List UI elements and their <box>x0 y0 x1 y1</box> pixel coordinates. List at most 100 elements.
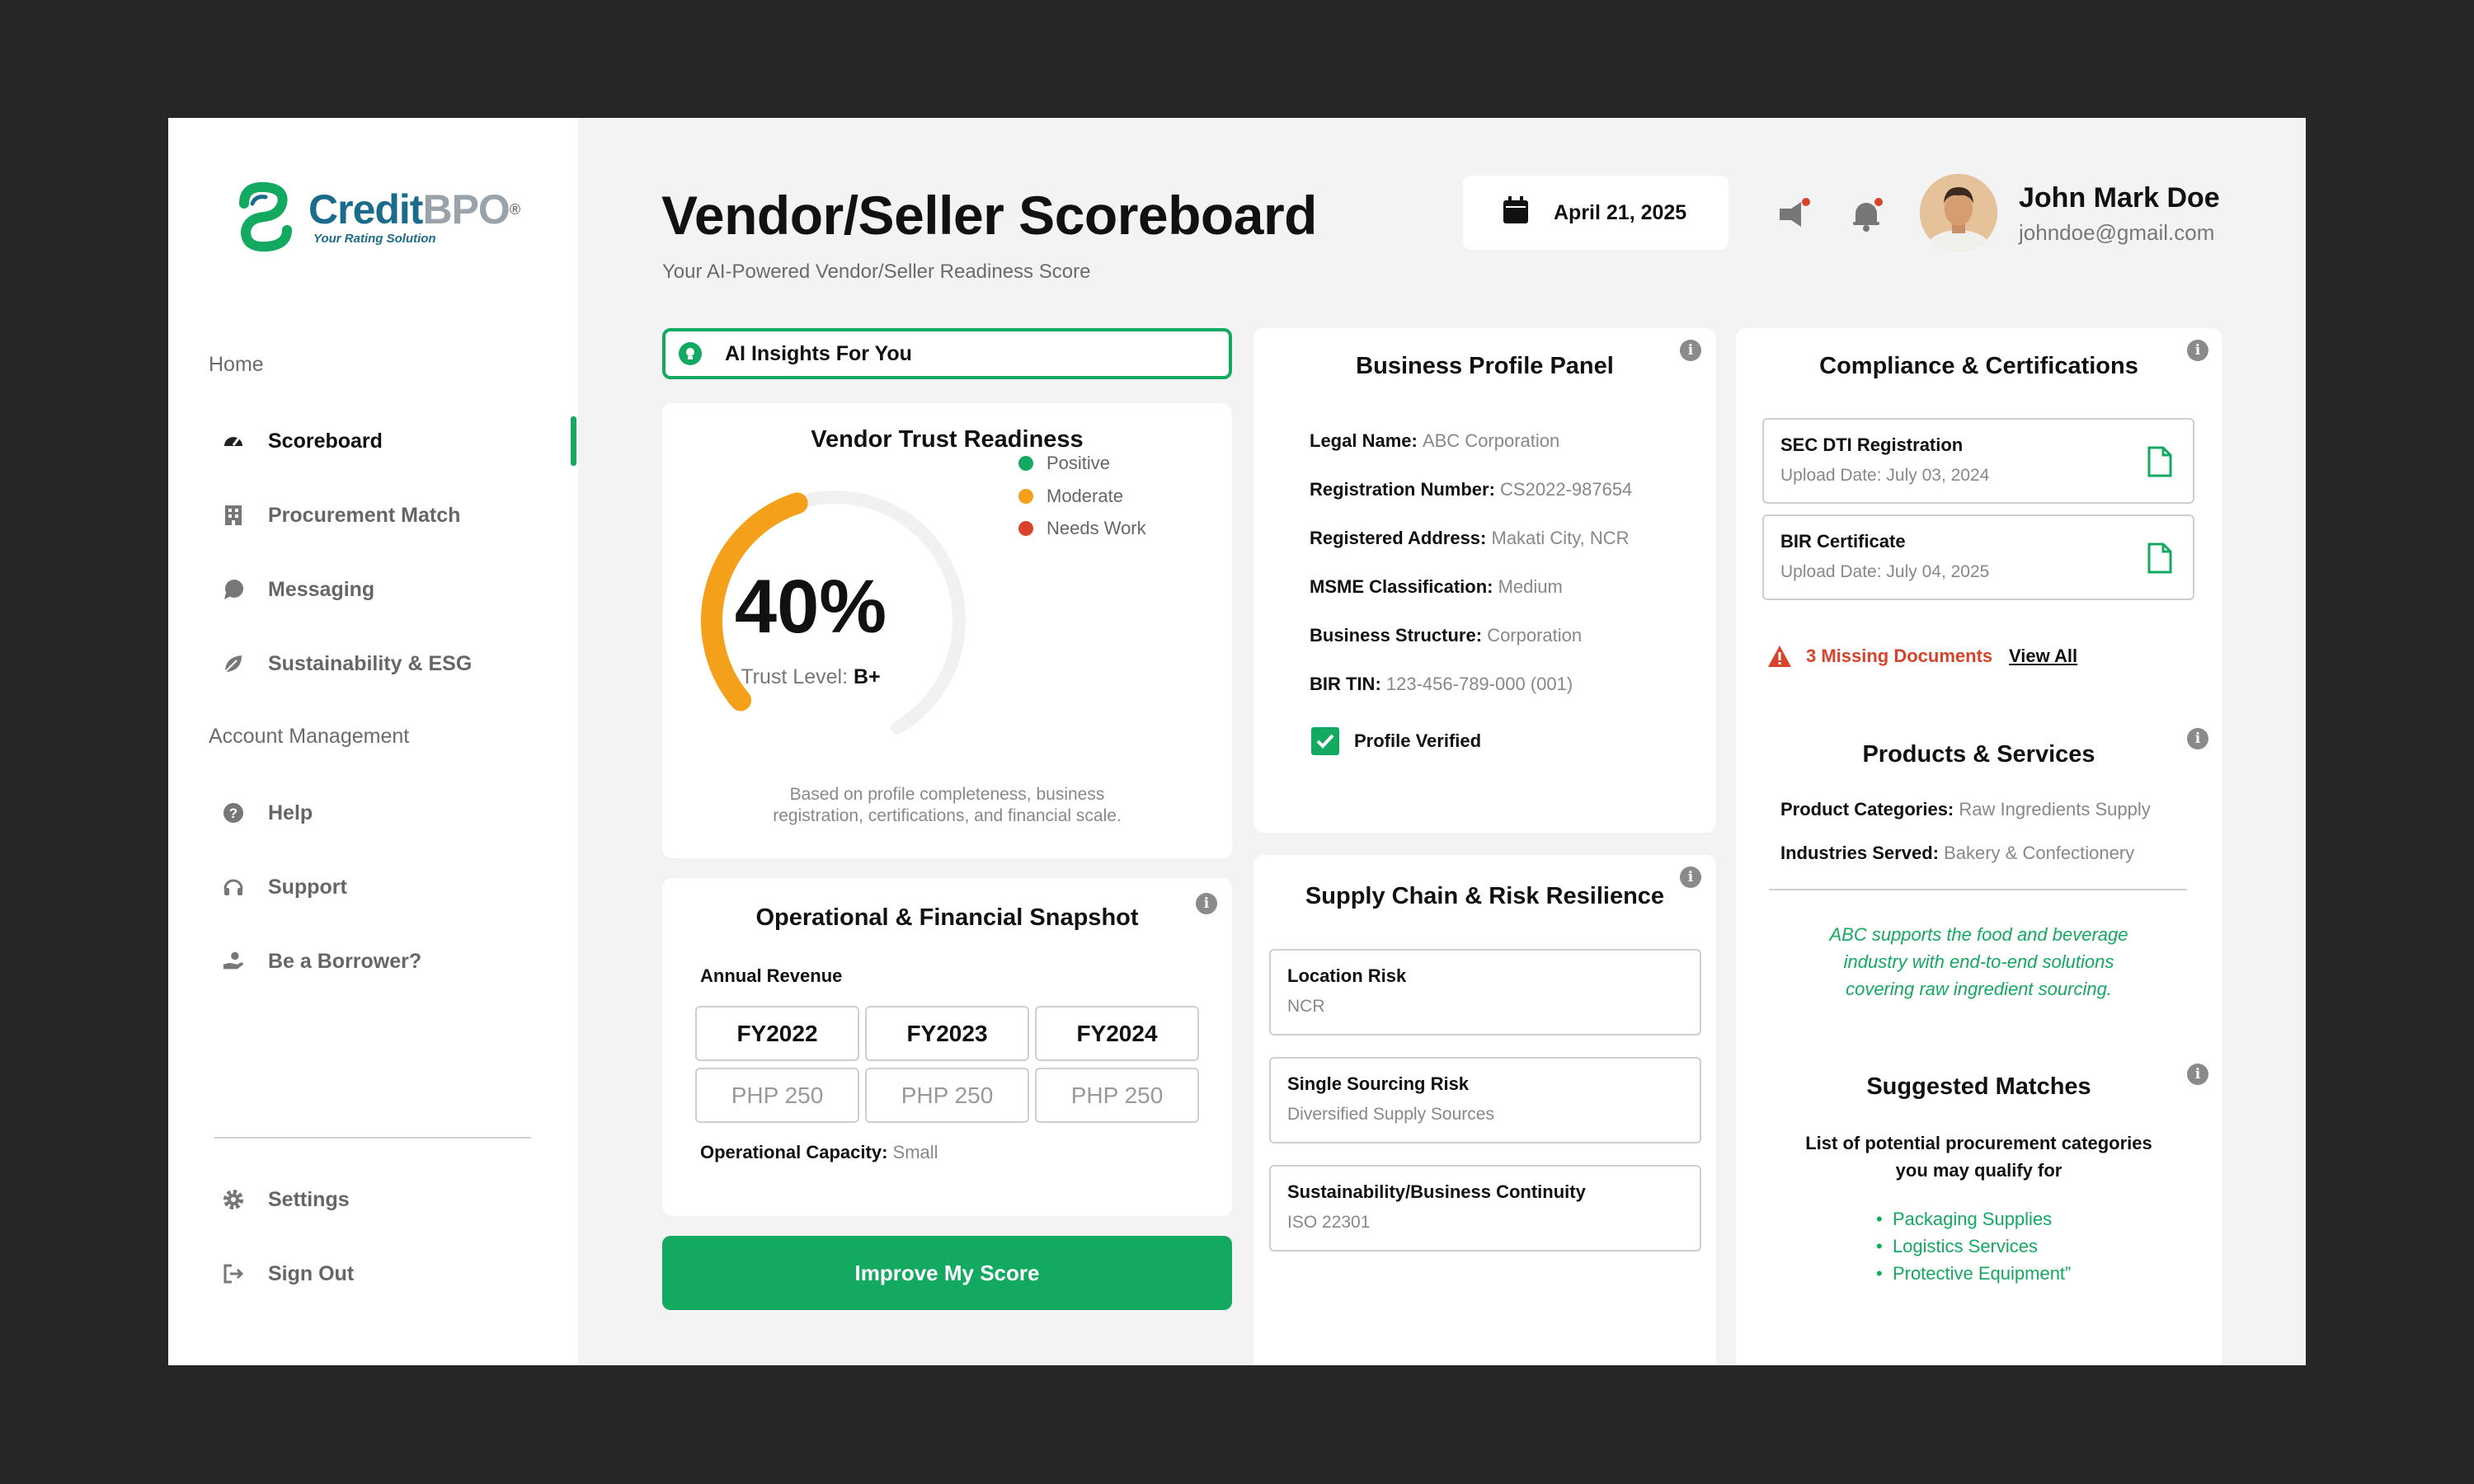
question-icon: ? <box>222 801 245 824</box>
risk-item-continuity: Sustainability/Business Continuity ISO 22… <box>1269 1165 1701 1252</box>
page-title: Vendor/Seller Scoreboard <box>661 185 1317 246</box>
lightbulb-icon <box>679 342 702 365</box>
match-label: Packaging Supplies <box>1892 1209 2053 1229</box>
industries-served: Industries Served: Bakery & Confectioner… <box>1780 843 2134 864</box>
sidebar: CreditBPO® Your Rating Solution Home Sco… <box>168 118 578 1365</box>
sidebar-item-support[interactable]: Support <box>222 866 347 908</box>
hand-coin-icon <box>222 950 245 973</box>
sidebar-item-messaging[interactable]: Messaging <box>222 569 374 610</box>
legend-label: Positive <box>1047 453 1111 473</box>
doc-upload-date: Upload Date: July 04, 2025 <box>1780 562 1990 581</box>
profile-field: Business Structure: Corporation <box>1310 625 1582 646</box>
megaphone-icon[interactable] <box>1775 195 1813 233</box>
field-key: Product Categories: <box>1780 799 1954 819</box>
fy-value: PHP 250 <box>1035 1068 1199 1123</box>
document-icon <box>2147 446 2172 477</box>
doc-title: SEC DTI Registration <box>1780 434 1964 455</box>
desc-line: industry with end-to-end solutions <box>1843 951 2114 972</box>
risk-item-title: Single Sourcing Risk <box>1287 1073 1470 1094</box>
legend-dot <box>1018 489 1033 504</box>
trust-note-line2: registration, certifications, and financ… <box>773 806 1122 825</box>
page-subtitle: Your AI-Powered Vendor/Seller Readiness … <box>662 261 1091 283</box>
brand-name-part1: Credit <box>308 186 423 232</box>
legend-label: Moderate <box>1047 486 1123 506</box>
notification-bell-icon[interactable] <box>1847 195 1885 233</box>
sidebar-item-sign-out[interactable]: Sign Out <box>222 1253 354 1294</box>
fy-value: PHP 250 <box>865 1068 1029 1123</box>
trust-note-line1: Based on profile completeness, business <box>789 785 1105 804</box>
info-icon[interactable]: i <box>1680 866 1701 888</box>
legend-dot <box>1018 521 1033 536</box>
suggested-matches-card: Suggested Matches i List of potential pr… <box>1736 1052 2222 1365</box>
ai-insights-button[interactable]: AI Insights For You <box>662 328 1232 379</box>
active-indicator <box>571 416 576 466</box>
nav-section-account: Account Management <box>209 725 410 748</box>
operational-card-title: Operational & Financial Snapshot <box>755 904 1139 931</box>
info-icon[interactable]: i <box>2187 1064 2208 1085</box>
matches-description: List of potential procurement categories… <box>1736 1129 2222 1184</box>
improve-score-button[interactable]: Improve My Score <box>662 1236 1232 1310</box>
missing-docs-label: 3 Missing Documents <box>1806 646 1993 666</box>
trust-percent: 40% <box>734 565 887 649</box>
list-item[interactable]: • Logistics Services <box>1876 1233 2071 1260</box>
brand-reg-mark: ® <box>509 200 520 218</box>
compliance-card-title: Compliance & Certifications <box>1819 353 2138 379</box>
info-icon[interactable]: i <box>2187 340 2208 361</box>
trust-level: Trust Level: B+ <box>687 665 934 689</box>
field-key: Registered Address: <box>1310 528 1487 548</box>
doc-upload-date: Upload Date: July 03, 2024 <box>1780 466 1990 485</box>
sidebar-item-help[interactable]: ? Help <box>222 792 313 834</box>
risk-item-value: ISO 22301 <box>1287 1213 1371 1232</box>
user-email: johndoe@gmail.com <box>2019 220 2215 245</box>
info-icon[interactable]: i <box>1196 893 1217 914</box>
avatar[interactable] <box>1920 174 1997 251</box>
doc-item[interactable]: BIR Certificate Upload Date: July 04, 20… <box>1762 514 2194 600</box>
sidebar-item-scoreboard[interactable]: Scoreboard <box>222 420 383 462</box>
ai-insights-label: AI Insights For You <box>725 341 912 365</box>
field-value: Makati City, NCR <box>1491 528 1630 548</box>
field-value: ABC Corporation <box>1422 430 1560 451</box>
warning-icon <box>1768 646 1791 667</box>
svg-text:?: ? <box>229 805 238 821</box>
divider <box>1769 889 2187 890</box>
business-profile-card: Business Profile Panel i Legal Name: ABC… <box>1253 328 1716 833</box>
list-item[interactable]: • Protective Equipment” <box>1876 1260 2071 1287</box>
products-card-title: Products & Services <box>1862 741 2095 768</box>
info-icon[interactable]: i <box>1680 340 1701 361</box>
field-value: Medium <box>1498 576 1563 597</box>
product-categories: Product Categories: Raw Ingredients Supp… <box>1780 799 2151 820</box>
doc-item[interactable]: SEC DTI Registration Upload Date: July 0… <box>1762 418 2194 504</box>
gauge-icon <box>222 430 245 453</box>
profile-field: BIR TIN: 123-456-789-000 (001) <box>1310 674 1573 695</box>
info-icon[interactable]: i <box>2187 728 2208 749</box>
fy-header: FY2022 <box>695 1006 859 1061</box>
sign-out-icon <box>222 1262 245 1285</box>
document-icon <box>2147 542 2172 574</box>
trust-readiness-card: Vendor Trust Readiness 40% Trust Level: … <box>662 403 1232 858</box>
date-picker[interactable]: April 21, 2025 <box>1463 176 1729 250</box>
legend-positive: Positive <box>1018 453 1110 474</box>
brand-logo[interactable]: CreditBPO® Your Rating Solution <box>228 176 520 258</box>
sidebar-item-label: Help <box>268 801 313 824</box>
risk-item-value: NCR <box>1287 997 1325 1016</box>
sidebar-item-borrower[interactable]: Be a Borrower? <box>222 941 421 982</box>
sidebar-item-label: Settings <box>268 1187 350 1211</box>
missing-documents: 3 Missing Documents <box>1766 644 1992 669</box>
sidebar-item-settings[interactable]: Settings <box>222 1179 350 1220</box>
profile-field: Registered Address: Makati City, NCR <box>1310 528 1630 549</box>
leaf-icon <box>222 652 245 675</box>
legend-needs-work: Needs Work <box>1018 518 1146 539</box>
profile-field: MSME Classification: Medium <box>1310 576 1563 598</box>
desc-line: ABC supports the food and beverage <box>1829 924 2128 945</box>
risk-item-value: Diversified Supply Sources <box>1287 1105 1494 1124</box>
sidebar-item-procurement-match[interactable]: Procurement Match <box>222 495 460 536</box>
products-description: ABC supports the food and beverage indus… <box>1736 921 2222 1003</box>
view-all-link[interactable]: View All <box>2009 646 2077 667</box>
sidebar-divider <box>214 1137 531 1139</box>
doc-title: BIR Certificate <box>1780 531 1906 552</box>
sidebar-item-sustainability[interactable]: Sustainability & ESG <box>222 643 472 684</box>
field-key: Legal Name: <box>1310 430 1418 451</box>
matches-card-title: Suggested Matches <box>1866 1073 2091 1100</box>
list-item[interactable]: • Packaging Supplies <box>1876 1205 2071 1233</box>
matches-list: • Packaging Supplies • Logistics Service… <box>1876 1205 2071 1287</box>
